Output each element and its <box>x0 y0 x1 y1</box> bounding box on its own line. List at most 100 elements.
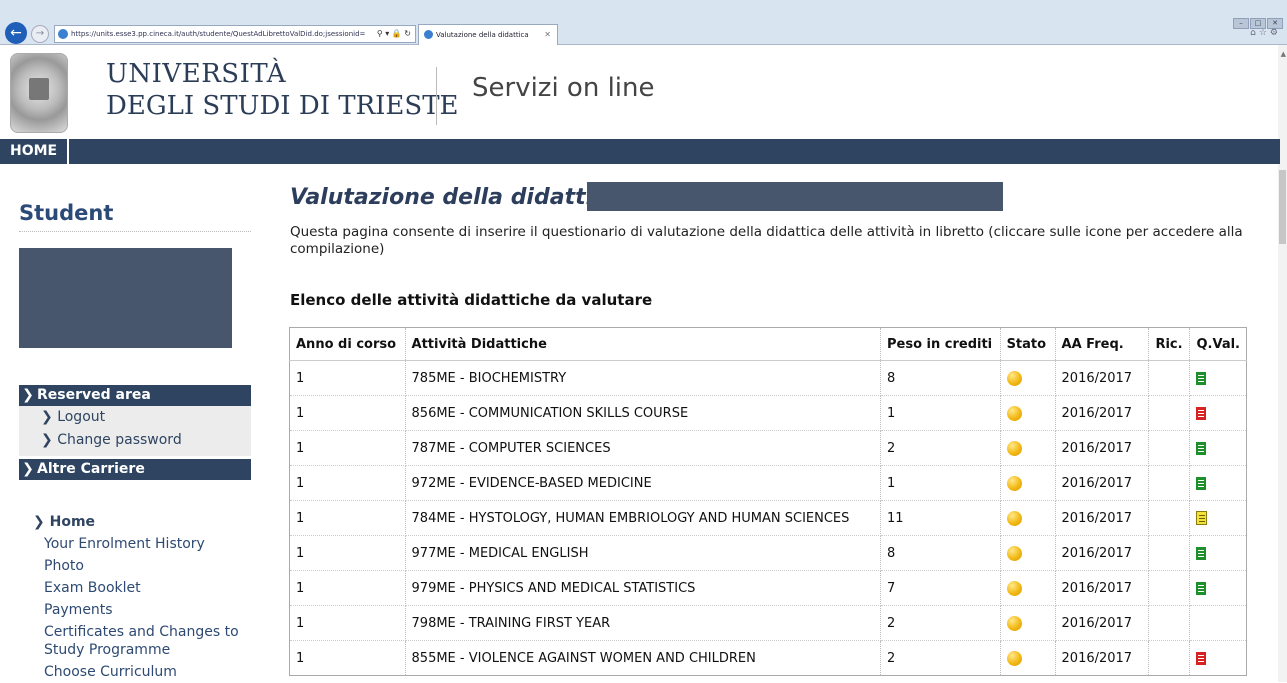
logout-link[interactable]: ❯ Logout <box>19 406 251 429</box>
tab-title: Valutazione della didattica <box>436 31 529 39</box>
home-star-gear-icons[interactable]: ⌂☆⚙ <box>1250 28 1281 38</box>
academic-year-cell: 2016/2017 <box>1055 465 1150 501</box>
table-row: 1 798ME - TRAINING FIRST YEAR 2 2016/2017 <box>289 605 1247 641</box>
chevron-right-icon: ❯ <box>22 387 34 403</box>
back-arrow-icon[interactable]: ← <box>5 22 27 44</box>
activity-cell: 979ME - PHYSICS AND MEDICAL STATISTICS <box>405 570 882 606</box>
green-document-icon[interactable] <box>1196 546 1207 560</box>
status-yellow-circle-icon <box>1006 510 1022 526</box>
forward-arrow-icon[interactable]: → <box>31 25 49 43</box>
table-header-row: Anno di corso Attività Didattiche Peso i… <box>289 327 1247 361</box>
credits-cell-text: 1 <box>887 475 896 491</box>
activity-cell-text: 784ME - HYSTOLOGY, HUMAN EMBRIOLOGY AND … <box>411 510 850 526</box>
university-name-line1: UNIVERSITÀ <box>106 59 287 89</box>
university-name-line2: DEGLI STUDI DI TRIESTE <box>106 91 459 121</box>
sidebar-item-label: Home <box>49 514 96 530</box>
academic-year-cell-text: 2016/2017 <box>1061 405 1133 421</box>
academic-year-cell-text: 2016/2017 <box>1061 580 1133 596</box>
ric-cell <box>1148 395 1191 431</box>
academic-year-cell: 2016/2017 <box>1055 605 1150 641</box>
table-row: 1 855ME - VIOLENCE AGAINST WOMEN AND CHIL… <box>289 640 1247 676</box>
ric-cell <box>1148 535 1191 571</box>
status-cell <box>1000 465 1056 501</box>
questionnaire-cell <box>1189 500 1247 536</box>
status-cell <box>1000 430 1056 466</box>
column-header: Stato <box>1000 327 1056 361</box>
activity-cell: 787ME - COMPUTER SCIENCES <box>405 430 882 466</box>
scroll-up-arrow-icon[interactable]: ▲ <box>1281 50 1286 58</box>
sidebar-item-certificates[interactable]: Certificates and Changes to Study Progra… <box>44 621 253 661</box>
altre-carriere-label: Altre Carriere <box>37 461 145 477</box>
chevron-right-icon: ❯ <box>33 514 50 530</box>
change-password-label: Change password <box>57 432 182 448</box>
status-yellow-circle-icon <box>1006 545 1022 561</box>
browser-chrome: ← → https://units.esse3.pp.cineca.it/aut… <box>0 0 1287 45</box>
questionnaire-cell <box>1189 535 1247 571</box>
credits-cell-text: 8 <box>887 545 896 561</box>
reserved-area-menu[interactable]: ❯ Reserved area <box>19 385 251 406</box>
redacted-title-info <box>587 182 1003 211</box>
table-row: 1 785ME - BIOCHEMISTRY 8 2016/2017 <box>289 360 1247 396</box>
logout-label: Logout <box>57 409 106 425</box>
window-controls: – □ ✕ <box>1232 10 1283 29</box>
table-row: 1 787ME - COMPUTER SCIENCES 2 2016/2017 <box>289 430 1247 466</box>
activity-cell: 784ME - HYSTOLOGY, HUMAN EMBRIOLOGY AND … <box>405 500 882 536</box>
anno-cell: 1 <box>289 500 406 536</box>
sidebar-item-exam-booklet[interactable]: Exam Booklet <box>44 577 253 599</box>
browser-tab[interactable]: Valutazione della didattica ✕ <box>418 24 558 45</box>
status-yellow-circle-icon <box>1006 475 1022 491</box>
credits-cell-text: 11 <box>887 510 904 526</box>
yellow-document-icon[interactable] <box>1196 511 1208 525</box>
nav-home-link[interactable]: HOME <box>0 139 70 164</box>
activity-cell: 785ME - BIOCHEMISTRY <box>405 360 882 396</box>
status-cell <box>1000 605 1056 641</box>
activity-cell: 972ME - EVIDENCE-BASED MEDICINE <box>405 465 882 501</box>
anno-cell-text: 1 <box>296 475 305 491</box>
activity-cell: 798ME - TRAINING FIRST YEAR <box>405 605 882 641</box>
site-header: UNIVERSITÀ DEGLI STUDI DI TRIESTE Serviz… <box>0 45 1287 139</box>
credits-cell-text: 2 <box>887 650 896 666</box>
ric-cell <box>1148 605 1191 641</box>
activity-cell-text: 972ME - EVIDENCE-BASED MEDICINE <box>411 475 652 491</box>
activity-cell-text: 787ME - COMPUTER SCIENCES <box>411 440 611 456</box>
questionnaire-cell <box>1189 640 1247 676</box>
activity-cell-text: 798ME - TRAINING FIRST YEAR <box>411 615 611 631</box>
search-lock-refresh-icons[interactable]: ⚲ ▾ 🔒 ↻ <box>377 26 411 42</box>
green-document-icon[interactable] <box>1196 581 1207 595</box>
red-document-icon[interactable] <box>1196 651 1207 665</box>
academic-year-cell: 2016/2017 <box>1055 360 1150 396</box>
questionnaire-cell <box>1189 360 1247 396</box>
altre-carriere-menu[interactable]: ❯ Altre Carriere <box>19 459 251 480</box>
credits-cell: 1 <box>880 465 1001 501</box>
green-document-icon[interactable] <box>1196 371 1207 385</box>
anno-cell: 1 <box>289 535 406 571</box>
academic-year-cell: 2016/2017 <box>1055 640 1150 676</box>
table-body: 1 785ME - BIOCHEMISTRY 8 2016/2017 1 856ME - … <box>289 360 1247 676</box>
academic-year-cell-text: 2016/2017 <box>1061 510 1133 526</box>
divider <box>19 231 251 232</box>
status-cell <box>1000 535 1056 571</box>
change-password-link[interactable]: ❯ Change password <box>19 429 251 452</box>
sidebar-item-home[interactable]: ❯ Home <box>33 512 253 533</box>
activity-cell-text: 979ME - PHYSICS AND MEDICAL STATISTICS <box>411 580 696 596</box>
sidebar-item-choose-curriculum[interactable]: Choose Curriculum <box>44 661 253 683</box>
address-bar[interactable]: https://units.esse3.pp.cineca.it/auth/st… <box>54 25 416 43</box>
reserved-area-submenu: ❯ Logout ❯ Change password <box>19 406 251 456</box>
address-url: https://units.esse3.pp.cineca.it/auth/st… <box>71 30 366 38</box>
activity-cell-text: 785ME - BIOCHEMISTRY <box>411 370 567 386</box>
anno-cell-text: 1 <box>296 650 305 666</box>
credits-cell: 2 <box>880 605 1001 641</box>
questionnaire-cell <box>1189 570 1247 606</box>
sidebar-item-payments[interactable]: Payments <box>44 599 253 621</box>
sidebar-item-photo[interactable]: Photo <box>44 555 253 577</box>
anno-cell: 1 <box>289 570 406 606</box>
green-document-icon[interactable] <box>1196 441 1207 455</box>
red-document-icon[interactable] <box>1196 406 1207 420</box>
scrollbar-thumb[interactable] <box>1279 170 1286 244</box>
green-document-icon[interactable] <box>1196 476 1207 490</box>
column-header: AA Freq. <box>1055 327 1150 361</box>
sidebar-item-enrolment-history[interactable]: Your Enrolment History <box>44 533 253 555</box>
minimize-icon[interactable]: – <box>1233 18 1249 29</box>
close-tab-icon[interactable]: ✕ <box>544 25 551 45</box>
column-header: Ric. <box>1148 327 1191 361</box>
